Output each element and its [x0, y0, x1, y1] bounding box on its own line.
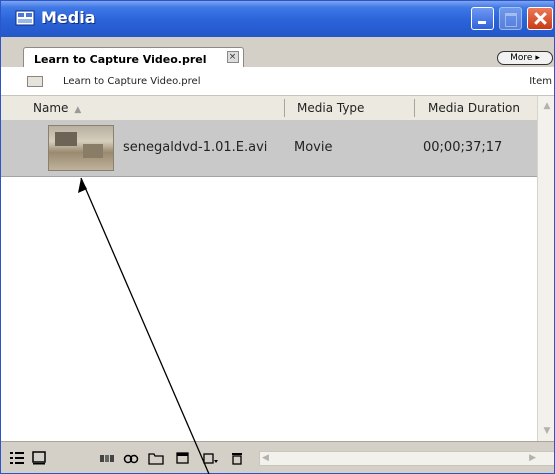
more-menu-button[interactable]: More ▸	[497, 51, 553, 65]
scroll-up-icon[interactable]: ▲	[539, 98, 554, 114]
tab-close-icon[interactable]: ×	[226, 51, 239, 63]
column-header-media-duration[interactable]: Media Duration	[428, 96, 520, 120]
title-bar[interactable]: Media	[1, 1, 554, 37]
bin-path-label: Learn to Capture Video.prel	[63, 76, 201, 87]
table-row[interactable]: senegaldvd-1.01.E.avi Movie 00;00;37;17	[1, 120, 537, 177]
tab-strip: Learn to Capture Video.prel × More ▸	[1, 37, 554, 68]
column-header-name-label: Name	[33, 101, 69, 115]
automate-to-sequence-icon[interactable]	[99, 450, 115, 466]
row-media-type: Movie	[294, 140, 333, 155]
minimize-button[interactable]	[471, 7, 494, 30]
scroll-left-icon[interactable]: ◀	[262, 452, 269, 465]
tab-project[interactable]: Learn to Capture Video.prel ×	[23, 47, 244, 67]
horizontal-scrollbar[interactable]: ◀ ▶	[259, 451, 554, 466]
empty-list-area[interactable]	[1, 177, 537, 441]
find-icon[interactable]	[123, 450, 139, 466]
items-count-label: Item	[529, 76, 552, 87]
list-view-icon[interactable]	[9, 450, 25, 466]
media-window: Media Learn to Capture Video.prel × More…	[0, 0, 555, 474]
new-bin-icon[interactable]	[148, 450, 164, 466]
bin-folder-icon[interactable]	[27, 76, 43, 87]
column-header-name[interactable]: Name ▲	[33, 96, 81, 120]
scroll-down-icon[interactable]: ▼	[539, 423, 554, 439]
media-window-icon	[15, 9, 35, 27]
bin-path-row: Learn to Capture Video.prel Item	[1, 67, 554, 96]
column-divider[interactable]	[414, 99, 415, 117]
clear-icon[interactable]	[229, 450, 245, 466]
close-button[interactable]	[527, 7, 553, 30]
maximize-button[interactable]	[499, 7, 522, 30]
window-title: Media	[41, 8, 96, 27]
column-header-row: Name ▲ Media Type Media Duration	[1, 96, 537, 121]
icon-view-icon[interactable]	[31, 450, 47, 466]
bottom-toolbar: ◀ ▶	[1, 441, 554, 473]
sort-ascending-icon: ▲	[74, 105, 82, 115]
row-name: senegaldvd-1.01.E.avi	[123, 140, 268, 155]
column-header-media-type[interactable]: Media Type	[297, 96, 364, 120]
column-divider[interactable]	[284, 99, 285, 117]
vertical-scrollbar[interactable]: ▲ ▼	[537, 96, 554, 441]
new-item-dropdown-icon[interactable]	[203, 450, 219, 466]
new-item-icon[interactable]	[175, 450, 191, 466]
row-media-duration: 00;00;37;17	[423, 140, 503, 155]
scroll-right-icon[interactable]: ▶	[529, 452, 536, 465]
clip-thumbnail[interactable]	[48, 125, 114, 171]
tab-label: Learn to Capture Video.prel	[34, 53, 207, 66]
